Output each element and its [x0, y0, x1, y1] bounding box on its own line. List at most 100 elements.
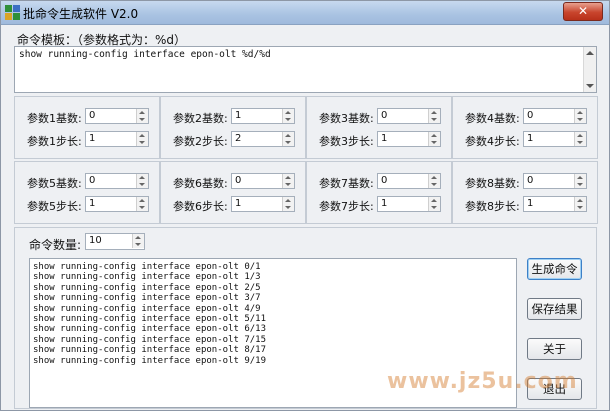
param-base-stepper[interactable]: 0 — [377, 108, 441, 124]
stepper-arrows[interactable] — [428, 174, 440, 188]
param-base-value: 0 — [89, 175, 96, 186]
param-step-stepper[interactable]: 1 — [231, 196, 295, 212]
template-input[interactable]: show running-config interface epon-olt %… — [14, 46, 597, 93]
param-base-label: 参数6基数: — [173, 177, 228, 190]
stepper-arrows[interactable] — [574, 197, 586, 211]
param-step-value: 1 — [527, 133, 534, 144]
stepper-arrows[interactable] — [282, 197, 294, 211]
param-base-value: 1 — [235, 110, 242, 121]
param-step-value: 1 — [235, 198, 242, 209]
param-base-value: 0 — [89, 110, 96, 121]
param-base-value: 0 — [527, 110, 534, 121]
param-base-value: 0 — [381, 175, 388, 186]
param-base-stepper[interactable]: 0 — [523, 108, 587, 124]
template-scrollbar[interactable] — [583, 47, 596, 92]
param-base-value: 0 — [235, 175, 242, 186]
stepper-arrows[interactable] — [136, 197, 148, 211]
window-title: 批命令生成软件 V2.0 — [23, 7, 139, 21]
param-step-stepper[interactable]: 2 — [231, 131, 295, 147]
param-cell-4: 参数4基数: 0 参数4步长: 1 — [452, 96, 598, 159]
param-step-label: 参数4步长: — [465, 135, 520, 148]
param-base-stepper[interactable]: 0 — [523, 173, 587, 189]
stepper-arrows[interactable] — [282, 109, 294, 123]
param-step-label: 参数2步长: — [173, 135, 228, 148]
param-step-label: 参数5步长: — [27, 200, 82, 213]
param-cell-1: 参数1基数: 0 参数1步长: 1 — [14, 96, 160, 159]
close-button[interactable]: ✕ — [563, 2, 603, 21]
output-line: show running-config interface epon-olt 8… — [33, 345, 266, 356]
param-step-label: 参数3步长: — [319, 135, 374, 148]
output-line: show running-config interface epon-olt 0… — [33, 262, 261, 272]
stepper-arrows[interactable] — [428, 197, 440, 211]
param-step-stepper[interactable]: 1 — [523, 131, 587, 147]
param-base-stepper[interactable]: 0 — [231, 173, 295, 189]
param-step-value: 1 — [89, 198, 96, 209]
param-step-label: 参数6步长: — [173, 200, 228, 213]
param-step-value: 2 — [235, 133, 242, 144]
param-step-label: 参数8步长: — [465, 200, 520, 213]
param-base-label: 参数4基数: — [465, 112, 520, 125]
param-step-label: 参数1步长: — [27, 135, 82, 148]
param-cell-8: 参数8基数: 0 参数8步长: 1 — [452, 161, 598, 224]
param-base-stepper[interactable]: 1 — [231, 108, 295, 124]
generate-button[interactable]: 生成命令 — [527, 258, 582, 280]
title-bar[interactable]: 批命令生成软件 V2.0 ✕ — [1, 1, 609, 25]
param-step-value: 1 — [381, 133, 388, 144]
param-base-label: 参数2基数: — [173, 112, 228, 125]
output-line: show running-config interface epon-olt 3… — [33, 293, 261, 304]
param-step-stepper[interactable]: 1 — [377, 131, 441, 147]
param-base-label: 参数8基数: — [465, 177, 520, 190]
stepper-arrows[interactable] — [574, 132, 586, 146]
stepper-arrows[interactable] — [428, 132, 440, 146]
output-line: show running-config interface epon-olt 7… — [33, 334, 266, 345]
param-cell-2: 参数2基数: 1 参数2步长: 2 — [160, 96, 306, 159]
watermark-text: www.jz5u.com — [387, 369, 578, 394]
param-step-value: 1 — [381, 198, 388, 209]
output-line: show running-config interface epon-olt 6… — [33, 324, 266, 335]
param-step-value: 1 — [527, 198, 534, 209]
output-line: show running-config interface epon-olt 9… — [33, 355, 266, 366]
param-base-value: 0 — [527, 175, 534, 186]
scroll-down-icon[interactable] — [586, 84, 594, 88]
param-base-stepper[interactable]: 0 — [85, 173, 149, 189]
count-value: 10 — [89, 235, 102, 246]
param-cell-3: 参数3基数: 0 参数3步长: 1 — [306, 96, 452, 159]
count-label: 命令数量: — [29, 238, 82, 252]
app-window: 批命令生成软件 V2.0 ✕ 命令模板：（参数格式为：%d） show runn… — [0, 0, 610, 411]
param-step-stepper[interactable]: 1 — [85, 196, 149, 212]
stepper-arrows[interactable] — [428, 109, 440, 123]
param-base-stepper[interactable]: 0 — [377, 173, 441, 189]
app-icon — [5, 5, 21, 21]
output-line: show running-config interface epon-olt 2… — [33, 282, 261, 293]
stepper-arrows[interactable] — [282, 174, 294, 188]
param-cell-5: 参数5基数: 0 参数5步长: 1 — [14, 161, 160, 224]
stepper-arrows[interactable] — [574, 109, 586, 123]
output-line: show running-config interface epon-olt 5… — [33, 314, 266, 325]
output-line: show running-config interface epon-olt 4… — [33, 303, 261, 314]
param-grid: 参数1基数: 0 参数1步长: 1 参数2基数: 1 参数2步长: 2 参数3基数: 0 参数3步长… — [14, 96, 598, 224]
stepper-arrows[interactable] — [574, 174, 586, 188]
template-text: show running-config interface epon-olt %… — [19, 49, 271, 60]
param-cell-6: 参数6基数: 0 参数6步长: 1 — [160, 161, 306, 224]
count-stepper[interactable]: 10 — [85, 233, 145, 250]
stepper-arrows[interactable] — [282, 132, 294, 146]
stepper-arrows[interactable] — [136, 174, 148, 188]
param-step-stepper[interactable]: 1 — [523, 196, 587, 212]
stepper-arrows[interactable] — [136, 132, 148, 146]
param-base-value: 0 — [381, 110, 388, 121]
param-base-stepper[interactable]: 0 — [85, 108, 149, 124]
about-button[interactable]: 关于 — [527, 338, 582, 360]
param-base-label: 参数1基数: — [27, 112, 82, 125]
scroll-up-icon[interactable] — [586, 51, 594, 55]
param-step-stepper[interactable]: 1 — [85, 131, 149, 147]
param-cell-7: 参数7基数: 0 参数7步长: 1 — [306, 161, 452, 224]
save-button[interactable]: 保存结果 — [527, 298, 582, 320]
param-base-label: 参数7基数: — [319, 177, 374, 190]
param-base-label: 参数5基数: — [27, 177, 82, 190]
param-step-value: 1 — [89, 133, 96, 144]
stepper-arrows[interactable] — [136, 109, 148, 123]
count-stepper-arrows[interactable] — [132, 234, 144, 248]
output-line: show running-config interface epon-olt 1… — [33, 272, 261, 283]
param-base-label: 参数3基数: — [319, 112, 374, 125]
param-step-stepper[interactable]: 1 — [377, 196, 441, 212]
